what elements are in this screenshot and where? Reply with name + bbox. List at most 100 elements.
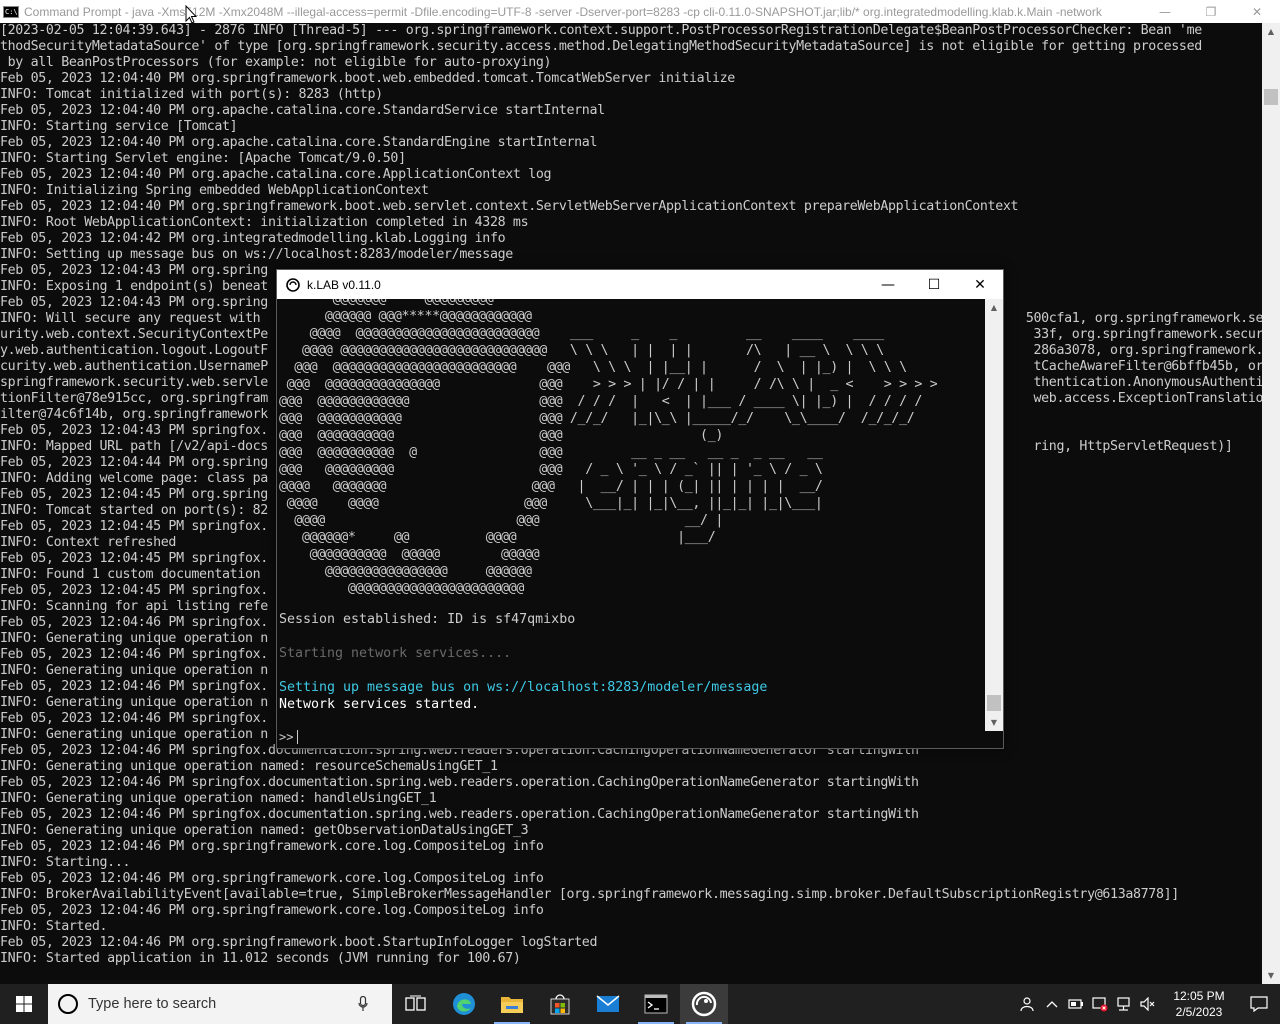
klab-ascii-logo: @@@@@@@ @@@@@@@@@ @@@@@@ @@@*****@@@@@@@…: [279, 299, 937, 597]
cmd-output-line: Feb 05, 2023 12:04:40 PM org.springframe…: [0, 71, 735, 86]
klab-scroll-down-arrow-icon[interactable]: ▼: [985, 714, 1003, 731]
klab-ascii-line: @@@ @@@@@@@@@@@@ @@@ / / / | < | |___ / …: [279, 394, 923, 409]
terminal-icon: [644, 994, 668, 1014]
clock-time: 12:05 PM: [1173, 989, 1225, 1003]
klab-icon: [691, 991, 717, 1017]
klab-ascii-line: @@@@ @@@@ @@@ \___|_| |_|\__, ||_|_| |_|…: [279, 496, 823, 511]
folder-icon: [501, 997, 523, 1013]
cmd-output-line: INFO: Generating unique operation named:…: [0, 791, 437, 806]
cmd-output-line: Feb 05, 2023 12:04:46 PM org.springframe…: [0, 935, 598, 950]
klab-maximize-button[interactable]: ☐: [911, 270, 957, 299]
cmd-output-line: INFO: Starting service [Tomcat]: [0, 119, 238, 134]
cmd-output-line: INFO: Generating unique operation named:…: [0, 759, 498, 774]
klab-starting-message: Starting network services....: [279, 646, 512, 661]
taskbar: Type here to search 12:05 PM 2/5/2023: [0, 984, 1280, 1024]
cmd-output-line: INFO: Tomcat initialized with port(s): 8…: [0, 87, 383, 102]
volume-muted-icon[interactable]: [1136, 984, 1160, 1024]
klab-scroll-up-arrow-icon[interactable]: ▲: [985, 299, 1003, 316]
people-icon[interactable]: [1016, 984, 1040, 1024]
klab-scrollbar[interactable]: ▲ ▼: [985, 299, 1003, 731]
cmd-close-button[interactable]: ✕: [1234, 0, 1280, 23]
edge-taskbar-button[interactable]: [440, 984, 488, 1024]
cmd-output-line: Feb 05, 2023 12:04:46 PM org.springframe…: [0, 903, 544, 918]
klab-ascii-line: @@@ @@@@@@@@@@ @ @@@ __ _ __ __ _ _ __ _…: [279, 445, 823, 460]
klab-ascii-line: @@@ @@@@@@@@@@@@@@@ @@@ > > > | |/ / | |…: [279, 377, 938, 392]
klab-message-bus-line: Setting up message bus on ws://localhost…: [279, 680, 768, 695]
command-prompt-taskbar-button[interactable]: [632, 984, 680, 1024]
klab-ascii-line: @@@@ @@@ __/ |: [279, 513, 724, 528]
taskbar-search-box[interactable]: Type here to search: [48, 984, 392, 1024]
klab-prompt-row[interactable]: >>: [279, 730, 497, 744]
cmd-output-line: Feb 05, 2023 12:04:40 PM org.apache.cata…: [0, 103, 605, 118]
klab-window: k.LAB v0.11.0 — ☐ ✕ @@@@@@@ @@@@@@@@@ @@…: [276, 269, 1004, 749]
cmd-output-line: Feb 05, 2023 12:04:46 PM org.springframe…: [0, 839, 544, 854]
system-tray: 12:05 PM 2/5/2023: [1016, 984, 1280, 1024]
cmd-output-line: Feb 05, 2023 12:04:40 PM org.springframe…: [0, 199, 1019, 214]
cmd-output-line: INFO: Starting Servlet engine: [Apache T…: [0, 151, 406, 166]
cmd-output-line: thodSecurityMetadataSource' of type [org…: [0, 39, 1202, 54]
klab-taskbar-button[interactable]: [680, 984, 728, 1024]
klab-ascii-line: @@@@ @@@@@@@@@@@@@@@@@@@@@@@@@@@ \ \ \ |…: [279, 343, 884, 358]
klab-ascii-line: @@@ @@@@@@@@@@ @@@ (_): [279, 428, 724, 443]
klab-ascii-line: @@@@@@@ @@@@@@@@@: [279, 299, 494, 307]
search-placeholder: Type here to search: [88, 996, 217, 1012]
cmd-output-line: [2023-02-05 12:04:39.643] - 2876 INFO [T…: [0, 23, 1202, 38]
klab-close-button[interactable]: ✕: [957, 270, 1003, 299]
cmd-scroll-up-arrow-icon[interactable]: ▲: [1262, 23, 1280, 40]
mouse-cursor-icon: [185, 5, 197, 24]
microphone-icon[interactable]: [358, 996, 368, 1012]
klab-command-input[interactable]: [297, 730, 497, 744]
task-view-icon: [405, 995, 426, 1011]
cmd-output-line: INFO: Started.: [0, 919, 108, 934]
cmd-output-line: Feb 05, 2023 12:04:46 PM org.springframe…: [0, 871, 544, 886]
klab-network-started-line: Network services started.: [279, 697, 480, 712]
klab-prompt-symbol: >>: [279, 730, 294, 744]
cmd-output-line: Feb 05, 2023 12:04:46 PM springfox.docum…: [0, 775, 919, 790]
edge-icon: [453, 993, 475, 1015]
klab-ascii-line: @@@ @@@@@@@@@@@ @@@ /_/_/ |_|\_\ |_____/…: [279, 411, 915, 426]
taskbar-clock[interactable]: 12:05 PM 2/5/2023: [1160, 988, 1238, 1020]
power-icon[interactable]: [1064, 984, 1088, 1024]
network-icon[interactable]: [1112, 984, 1136, 1024]
cmd-output-line: Feb 05, 2023 12:04:40 PM org.apache.cata…: [0, 135, 598, 150]
klab-console-area[interactable]: @@@@@@@ @@@@@@@@@ @@@@@@ @@@*****@@@@@@@…: [277, 299, 985, 748]
cmd-output-line: INFO: Generating unique operation named:…: [0, 823, 529, 838]
cmd-output-line: INFO: Initializing Spring embedded WebAp…: [0, 183, 429, 198]
start-button[interactable]: [0, 984, 48, 1024]
klab-ascii-line: @@@@@@ @@@*****@@@@@@@@@@@@: [279, 309, 532, 324]
klab-window-title: k.LAB v0.11.0: [307, 277, 381, 292]
mail-icon: [596, 995, 620, 1012]
klab-ascii-line: @@@ @@@@@@@@@@@@@@@@@@@@@@@@ @@@ \ \ \ |…: [279, 360, 907, 375]
cmd-scroll-down-arrow-icon[interactable]: ▼: [1262, 967, 1280, 984]
notification-center-icon[interactable]: [1238, 984, 1280, 1024]
file-explorer-taskbar-button[interactable]: [488, 984, 536, 1024]
klab-titlebar[interactable]: k.LAB v0.11.0 — ☐ ✕: [277, 270, 1003, 299]
task-view-button[interactable]: [392, 984, 440, 1024]
windows-logo-icon: [16, 996, 32, 1012]
cmd-scrollbar[interactable]: ▲ ▼: [1262, 23, 1280, 984]
cmd-minimize-button[interactable]: —: [1142, 0, 1188, 23]
klab-session-message: Session established: ID is sf47qmixbo: [279, 612, 576, 627]
cmd-output-line: INFO: BrokerAvailabilityEvent[available=…: [0, 887, 1179, 902]
defender-warning-icon[interactable]: [1088, 984, 1112, 1024]
klab-app-icon: [285, 277, 301, 293]
chevron-up-icon[interactable]: [1040, 984, 1064, 1024]
klab-ascii-line: @@@@@@@@@@@@@@@@@@@@@@@: [279, 581, 524, 596]
mail-taskbar-button[interactable]: [584, 984, 632, 1024]
klab-ascii-line: @@@@ @@@@@@@@@@@@@@@@@@@@@@@@ ___ _ _ __…: [279, 326, 885, 341]
clock-date: 2/5/2023: [1175, 1005, 1223, 1019]
store-taskbar-button[interactable]: [536, 984, 584, 1024]
cmd-output-line: INFO: Starting...: [0, 855, 131, 870]
search-icon: [58, 994, 78, 1014]
cmd-output-line: Feb 05, 2023 12:04:40 PM org.apache.cata…: [0, 167, 552, 182]
klab-scroll-thumb[interactable]: [987, 695, 1001, 711]
klab-ascii-line: @@@ @@@@@@@@@ @@@ / _ \ '_ \ / _` || | '…: [279, 462, 823, 477]
klab-ascii-line: @@@@@@@@@@ @@@@@ @@@@@: [279, 547, 540, 562]
klab-minimize-button[interactable]: —: [865, 270, 911, 299]
cmd-output-line: INFO: Started application in 11.012 seco…: [0, 951, 521, 966]
klab-ascii-line: @@@@@@* @@ @@@@ |___/: [279, 530, 716, 545]
cmd-maximize-button[interactable]: ❐: [1188, 0, 1234, 23]
cmd-output-line: Feb 05, 2023 12:04:46 PM springfox.docum…: [0, 807, 919, 822]
store-bag-icon: [550, 994, 570, 1015]
cmd-scroll-thumb[interactable]: [1264, 89, 1278, 105]
